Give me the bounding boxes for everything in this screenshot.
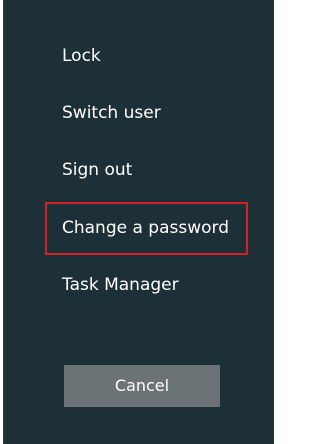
cancel-button[interactable]: Cancel bbox=[64, 365, 220, 407]
change-password-option[interactable]: Change a password bbox=[62, 214, 229, 242]
lock-option[interactable]: Lock bbox=[62, 42, 101, 70]
sign-out-option[interactable]: Sign out bbox=[62, 156, 132, 184]
switch-user-option[interactable]: Switch user bbox=[62, 99, 161, 127]
security-options-panel: Lock Switch user Sign out Change a passw… bbox=[3, 0, 274, 444]
security-options-screen: Lock Switch user Sign out Change a passw… bbox=[0, 0, 280, 444]
task-manager-option[interactable]: Task Manager bbox=[62, 271, 179, 299]
